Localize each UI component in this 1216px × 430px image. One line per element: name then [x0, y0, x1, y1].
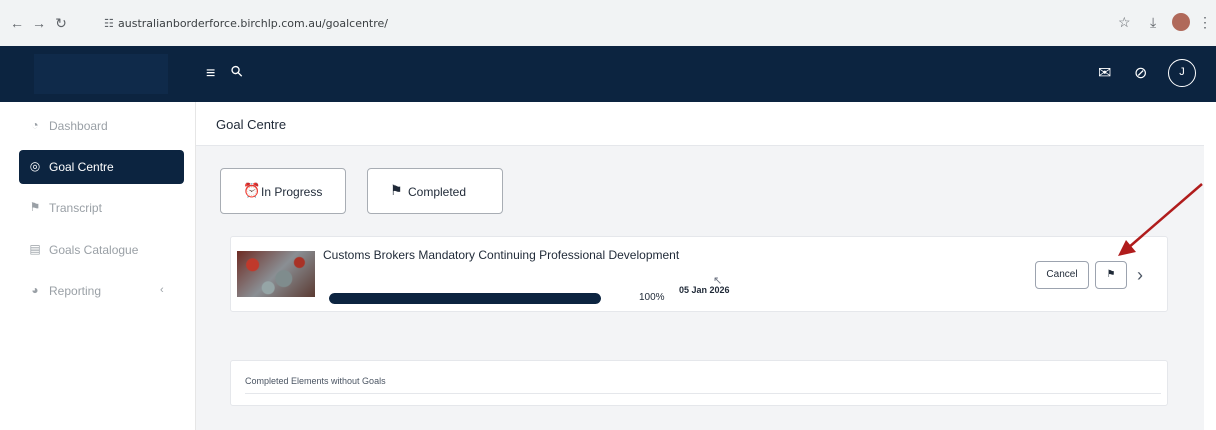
flag-icon: ⚑: [29, 200, 41, 214]
page-title: Goal Centre: [216, 117, 287, 132]
goal-title[interactable]: Customs Brokers Mandatory Continuing Pro…: [323, 248, 679, 262]
bookmark-star-icon[interactable]: ☆: [1118, 14, 1131, 31]
address-bar[interactable]: ☷ australianborderforce.birchlp.com.au/g…: [100, 11, 1100, 37]
scrollbar-area: [1204, 102, 1216, 430]
catalogue-icon: ▤: [29, 242, 41, 256]
tab-label: Completed: [408, 185, 467, 199]
divider: [245, 393, 1161, 394]
back-icon[interactable]: ←: [8, 14, 26, 32]
cancel-button[interactable]: Cancel: [1035, 261, 1089, 289]
progress-bar-fill: [329, 293, 601, 304]
sidebar-item-label: Reporting: [49, 284, 102, 298]
sidebar-item-goals-catalogue[interactable]: ▤ Goals Catalogue: [19, 233, 184, 267]
sidebar-item-goal-centre[interactable]: ◎ Goal Centre: [19, 150, 184, 184]
section-title: Completed Elements without Goals: [245, 376, 386, 386]
user-avatar[interactable]: J: [1168, 59, 1196, 87]
notifications-off-icon[interactable]: ⊘: [1134, 64, 1147, 84]
tab-label: In Progress: [261, 185, 323, 199]
sidebar-item-label: Goals Catalogue: [49, 243, 139, 257]
url-text: australianborderforce.birchlp.com.au/goa…: [118, 17, 388, 30]
sidebar-item-label: Transcript: [49, 201, 102, 215]
target-icon: ◎: [29, 159, 41, 173]
flag-button[interactable]: ⚑: [1095, 261, 1127, 289]
goal-card[interactable]: Customs Brokers Mandatory Continuing Pro…: [230, 236, 1168, 312]
browser-toolbar: ← → ↻ ☷ australianborderforce.birchlp.co…: [0, 0, 1216, 46]
main-content: Goal Centre ⏰ In Progress ⚑ Completed Cu…: [196, 102, 1216, 430]
hamburger-menu-icon[interactable]: ≡: [206, 64, 215, 84]
pie-chart-icon: ◕: [31, 283, 39, 297]
search-icon[interactable]: ⚲: [227, 61, 249, 83]
checkered-flag-icon: ⚑: [390, 182, 403, 198]
tab-completed[interactable]: ⚑ Completed: [367, 168, 503, 214]
sidebar-item-label: Goal Centre: [49, 160, 114, 174]
completed-elements-section: Completed Elements without Goals: [230, 360, 1168, 406]
logo[interactable]: [34, 54, 168, 94]
browser-profile-avatar[interactable]: [1172, 13, 1190, 31]
dashboard-icon: ◔: [31, 118, 39, 132]
progress-bar: [329, 293, 601, 304]
page-header: Goal Centre: [196, 102, 1204, 146]
site-info-icon[interactable]: ☷: [104, 17, 114, 30]
chevron-right-icon[interactable]: ›: [1137, 261, 1143, 289]
download-icon[interactable]: ⤓: [1150, 14, 1156, 31]
chevron-left-icon[interactable]: ‹: [160, 284, 164, 296]
goal-thumbnail: [237, 251, 315, 297]
forward-icon[interactable]: →: [30, 14, 48, 32]
megaphone-icon[interactable]: ✉: [1098, 64, 1111, 84]
tab-in-progress[interactable]: ⏰ In Progress: [220, 168, 346, 214]
mouse-cursor-icon: ↖: [713, 275, 723, 287]
reload-icon[interactable]: ↻: [52, 14, 70, 32]
app-header: ≡ ⚲ ✉ ⊘ J: [0, 46, 1216, 102]
sidebar-item-label: Dashboard: [49, 119, 108, 133]
sidebar: ◔ Dashboard ◎ Goal Centre ⚑ Transcript ▤…: [0, 102, 196, 430]
alarm-clock-icon: ⏰: [243, 182, 261, 198]
progress-percent: 100%: [639, 292, 665, 303]
sidebar-item-transcript[interactable]: ⚑ Transcript: [19, 191, 184, 225]
browser-menu-icon[interactable]: ⋮: [1198, 14, 1212, 31]
sidebar-item-dashboard[interactable]: ◔ Dashboard: [19, 109, 184, 143]
